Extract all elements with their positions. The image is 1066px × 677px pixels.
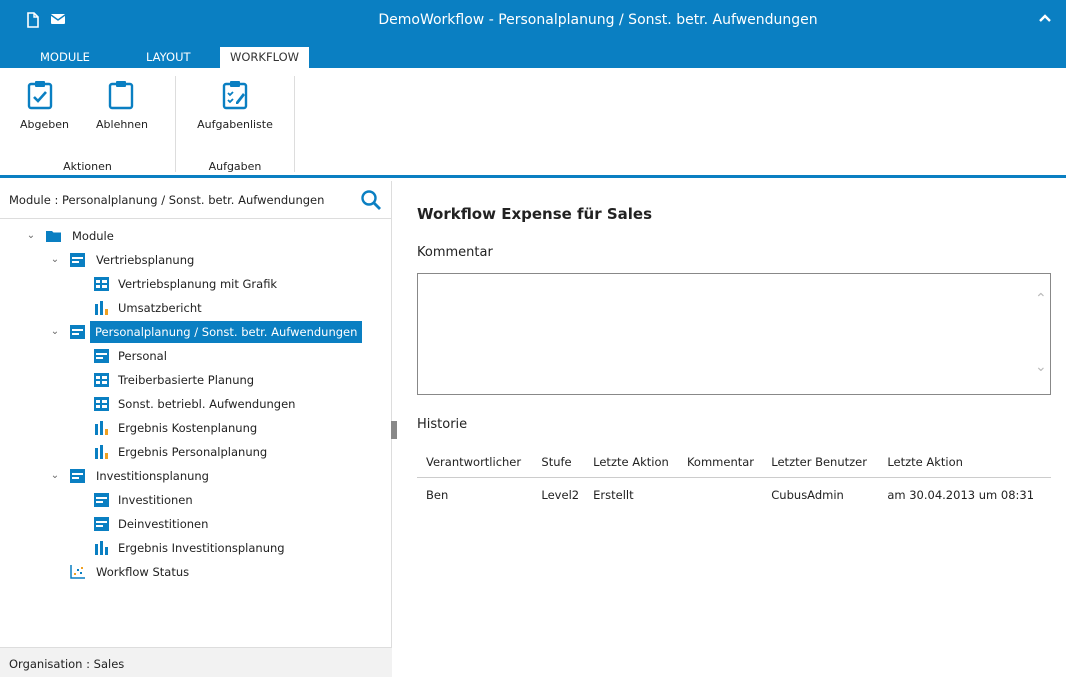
- ablehnen-button[interactable]: Ablehnen: [96, 80, 149, 131]
- pane-splitter-handle[interactable]: [391, 421, 397, 439]
- abgeben-button[interactable]: Abgeben: [20, 80, 69, 131]
- tree-item-umsatzbericht[interactable]: Umsatzbericht: [0, 297, 300, 319]
- page-title: Workflow Expense für Sales: [417, 205, 653, 223]
- tree-item-label: Investitionsplanung: [96, 469, 209, 483]
- tree-item-label: Sonst. betriebl. Aufwendungen: [118, 397, 296, 411]
- tab-module[interactable]: MODULE: [30, 47, 100, 68]
- aufgabenliste-label: Aufgabenliste: [197, 118, 273, 131]
- grid-report-icon: [94, 373, 109, 387]
- search-icon[interactable]: [360, 189, 382, 214]
- form-icon: [70, 325, 85, 339]
- tree-item-label: Module: [72, 229, 114, 243]
- tab-workflow[interactable]: WORKFLOW: [220, 47, 309, 68]
- scroll-down-icon[interactable]: ⌄: [1035, 359, 1047, 375]
- chevron-down-icon[interactable]: ⌄: [48, 321, 62, 343]
- tab-layout[interactable]: LAYOUT: [136, 47, 201, 68]
- tree-item-label: Ergebnis Investitionsplanung: [118, 541, 285, 555]
- table-cell: Ben: [426, 488, 449, 502]
- collapse-ribbon-icon[interactable]: [1038, 12, 1052, 27]
- table-cell: [678, 478, 762, 513]
- table-cell: Erstellt: [593, 488, 634, 502]
- folder-icon: [46, 231, 61, 242]
- table-row[interactable]: Ben Level2 Erstellt CubusAdmin am 30.04.…: [417, 478, 1051, 513]
- tree-item-module[interactable]: ⌄ Module: [0, 225, 300, 247]
- workflow-detail-pane: Workflow Expense für Sales Kommentar ⌃ ⌄…: [400, 181, 1066, 677]
- chevron-down-icon[interactable]: ⌄: [24, 225, 38, 247]
- tree-item-investitionsplanung[interactable]: ⌄ Investitionsplanung: [0, 465, 300, 487]
- tree-item-ergebnis-kostenplanung[interactable]: Ergebnis Kostenplanung: [0, 417, 300, 439]
- tree-item-label: Investitionen: [118, 493, 193, 507]
- group-aufgaben-label: Aufgaben: [208, 160, 262, 173]
- scroll-up-icon[interactable]: ⌃: [1035, 291, 1047, 307]
- tree-item-personalplanung[interactable]: ⌄ Personalplanung / Sonst. betr. Aufwend…: [0, 321, 392, 343]
- grid-report-icon: [94, 397, 109, 411]
- tree-item-investitionen[interactable]: Investitionen: [0, 489, 300, 511]
- organisation-footer: Organisation : Sales: [0, 647, 392, 677]
- column-header: Verantwortlicher: [417, 447, 533, 478]
- historie-table: Verantwortlicher Stufe Letzte Aktion Kom…: [417, 447, 1051, 512]
- kommentar-input[interactable]: [417, 273, 1051, 395]
- tree-item-label: Treiberbasierte Planung: [118, 373, 255, 387]
- ablehnen-label: Ablehnen: [96, 118, 149, 131]
- form-icon: [70, 469, 85, 483]
- module-tree-pane: Module : Personalplanung / Sonst. betr. …: [0, 181, 397, 677]
- window-title: DemoWorkflow - Personalplanung / Sonst. …: [378, 12, 818, 28]
- tree-item-label: Deinvestitionen: [118, 517, 209, 531]
- tree-item-treiberbasierte-planung[interactable]: Treiberbasierte Planung: [0, 369, 300, 391]
- bar-chart-icon: [95, 445, 108, 459]
- clipboard-icon: [108, 81, 134, 110]
- historie-label: Historie: [417, 417, 468, 432]
- bar-chart-icon: [95, 541, 108, 555]
- title-bar: DemoWorkflow - Personalplanung / Sonst. …: [0, 0, 1066, 43]
- tree-item-label: Personal: [118, 349, 167, 363]
- bar-chart-icon: [95, 421, 108, 435]
- column-header: Letzter Benutzer: [762, 447, 879, 478]
- tree-item-label: Workflow Status: [96, 565, 190, 579]
- form-icon: [94, 349, 109, 363]
- grid-report-icon: [94, 277, 109, 291]
- chevron-down-icon[interactable]: ⌄: [48, 465, 62, 487]
- organisation-label: Organisation : Sales: [9, 657, 125, 671]
- bar-chart-icon: [95, 301, 108, 315]
- tree-item-vertriebsplanung[interactable]: ⌄ Vertriebsplanung: [0, 249, 300, 271]
- form-icon: [94, 517, 109, 531]
- table-cell: am 30.04.2013 um 08:31: [887, 488, 1035, 502]
- table-cell: Level2: [541, 488, 580, 502]
- ribbon-separator: [175, 76, 176, 172]
- scatter-chart-icon: [70, 565, 85, 579]
- chevron-down-icon[interactable]: ⌄: [48, 249, 62, 271]
- form-icon: [70, 253, 85, 267]
- module-path-label: Module : Personalplanung / Sonst. betr. …: [9, 193, 325, 207]
- aufgabenliste-button[interactable]: Aufgabenliste: [190, 80, 280, 131]
- clipboard-check-icon: [27, 81, 53, 110]
- group-aktionen-label: Aktionen: [63, 160, 112, 173]
- tree-item-ergebnis-personalplanung[interactable]: Ergebnis Personalplanung: [0, 441, 300, 463]
- ribbon-tabs: MODULE LAYOUT WORKFLOW: [0, 43, 1066, 68]
- column-header: Letzte Aktion: [584, 447, 678, 478]
- tree-item-deinvestitionen[interactable]: Deinvestitionen: [0, 513, 300, 535]
- tree-item-ergebnis-investitionsplanung[interactable]: Ergebnis Investitionsplanung: [0, 537, 320, 559]
- tree-item-label: Vertriebsplanung: [96, 253, 195, 267]
- tree-item-label: Vertriebsplanung mit Grafik: [118, 277, 278, 291]
- column-header: Kommentar: [677, 447, 763, 478]
- table-cell: CubusAdmin: [771, 488, 844, 502]
- tree-item-personal[interactable]: Personal: [0, 345, 300, 367]
- column-header: Stufe: [532, 447, 585, 478]
- abgeben-label: Abgeben: [20, 118, 69, 131]
- tree-item-vertriebsplanung-grafik[interactable]: Vertriebsplanung mit Grafik: [0, 273, 300, 295]
- column-header: Letzte Aktion: [878, 447, 1051, 478]
- tree-item-workflow-status[interactable]: Workflow Status: [0, 561, 300, 583]
- ribbon-separator: [294, 76, 295, 172]
- kommentar-label: Kommentar: [417, 245, 493, 260]
- module-tree-header: Module : Personalplanung / Sonst. betr. …: [0, 181, 392, 219]
- tree-item-label: Ergebnis Personalplanung: [118, 445, 268, 459]
- tree-item-label: Ergebnis Kostenplanung: [118, 421, 258, 435]
- clipboard-list-icon: [222, 81, 248, 110]
- tree-item-label: Umsatzbericht: [118, 301, 202, 315]
- ribbon: Abgeben Ablehnen Aufgabenliste Aktionen …: [0, 68, 1066, 178]
- table-header-row: Verantwortlicher Stufe Letzte Aktion Kom…: [417, 447, 1051, 478]
- tree-item-label: Personalplanung / Sonst. betr. Aufwendun…: [90, 321, 363, 343]
- tree-item-sonst-aufwendungen[interactable]: Sonst. betriebl. Aufwendungen: [0, 393, 320, 415]
- form-icon: [94, 493, 109, 507]
